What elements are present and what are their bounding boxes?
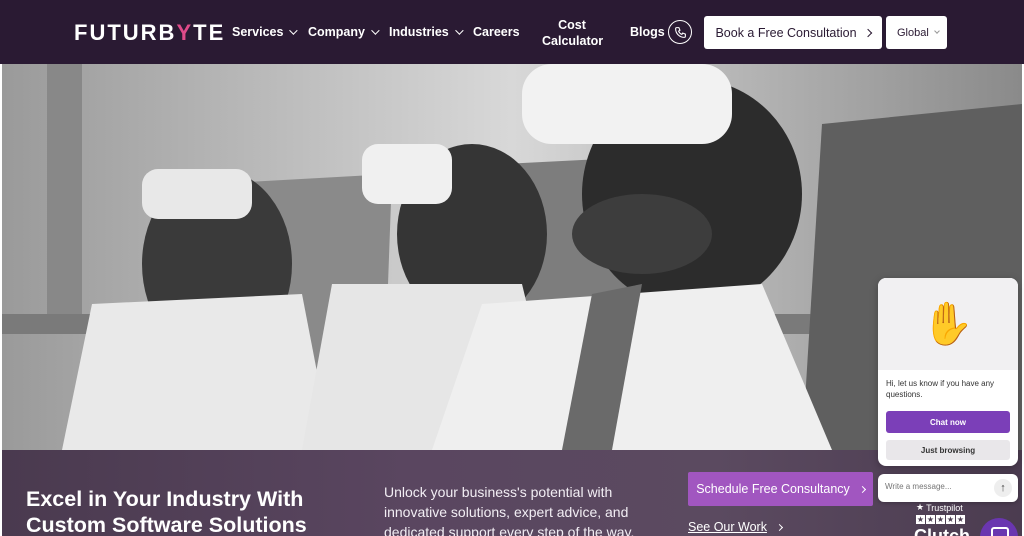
nav-industries-label: Industries (389, 25, 449, 39)
nav-careers-label: Careers (473, 25, 520, 39)
nav-services[interactable]: Services (232, 25, 299, 39)
just-browsing-button[interactable]: Just browsing (886, 440, 1010, 460)
hero-subtext: Unlock your business's potential with in… (384, 484, 635, 536)
nav-blogs-label: Blogs (630, 25, 665, 39)
nav-cost-calculator[interactable]: Cost Calculator (542, 17, 604, 49)
headline-line-2: Custom Software Solutions (26, 513, 307, 536)
see-our-work-link[interactable]: See Our Work (688, 520, 784, 534)
hero-headline: Excel in Your Industry With Custom Softw… (26, 486, 366, 536)
chat-input-box: ↑ (878, 474, 1018, 502)
trustpilot-brand: ★ Trustpilot (916, 502, 965, 513)
nav-company[interactable]: Company (308, 25, 380, 39)
rating-stars: ★ ★ ★ ★ ★ (916, 515, 965, 524)
chat-widget: ✋ Hi, let us know if you have any questi… (878, 278, 1018, 466)
cost-line-2: Calculator (542, 34, 604, 48)
nav-company-label: Company (308, 25, 365, 39)
chevron-down-icon (934, 28, 940, 34)
chevron-right-icon (775, 523, 784, 531)
nav-careers[interactable]: Careers (473, 25, 520, 39)
chevron-down-icon (454, 26, 464, 35)
see-our-work-label: See Our Work (688, 520, 767, 534)
star-icon: ★ (926, 515, 935, 524)
logo-text-left: FUTURB (74, 20, 177, 45)
schedule-consultancy-button[interactable]: Schedule Free Consultancy (688, 472, 873, 506)
arrow-up-icon[interactable]: ↑ (994, 479, 1012, 497)
star-icon: ★ (936, 515, 945, 524)
book-consultation-label: Book a Free Consultation (715, 25, 857, 40)
chat-message: Hi, let us know if you have any question… (886, 379, 995, 399)
star-icon: ★ (956, 515, 965, 524)
book-consultation-button[interactable]: Book a Free Consultation (704, 16, 882, 49)
nav-industries[interactable]: Industries (389, 25, 464, 39)
region-select[interactable]: Global (886, 16, 947, 49)
waving-hand-icon: ✋ (921, 299, 975, 347)
star-icon: ★ (916, 515, 925, 524)
clutch-badge[interactable]: Clutch (914, 526, 970, 536)
trustpilot-badge[interactable]: ★ Trustpilot ★ ★ ★ ★ ★ (916, 502, 965, 524)
chevron-right-icon (863, 28, 872, 37)
chevron-down-icon (371, 26, 380, 35)
schedule-consultancy-label: Schedule Free Consultancy (696, 482, 850, 496)
top-navbar: FUTURBYTE Services Company Industries Ca… (0, 0, 1024, 64)
star-icon: ★ (946, 515, 955, 524)
headline-line-1: Excel in Your Industry With (26, 487, 304, 511)
futurbyte-logo[interactable]: FUTURBYTE (74, 20, 225, 46)
phone-icon[interactable] (668, 20, 692, 44)
nav-blogs[interactable]: Blogs (630, 25, 665, 39)
region-select-value: Global (897, 26, 929, 39)
chat-header: ✋ (878, 278, 1018, 370)
chat-message-input[interactable] (885, 482, 985, 491)
chevron-right-icon (858, 485, 866, 493)
hero-image (2, 64, 1022, 450)
chat-now-button[interactable]: Chat now (886, 411, 1010, 433)
logo-text-accent: Y (176, 20, 194, 45)
star-icon: ★ (916, 502, 925, 512)
trustpilot-label: Trustpilot (926, 502, 963, 513)
logo-text-right: TE (193, 20, 226, 45)
cost-line-1: Cost (558, 18, 586, 32)
nav-services-label: Services (232, 25, 284, 39)
chevron-down-icon (289, 26, 299, 35)
